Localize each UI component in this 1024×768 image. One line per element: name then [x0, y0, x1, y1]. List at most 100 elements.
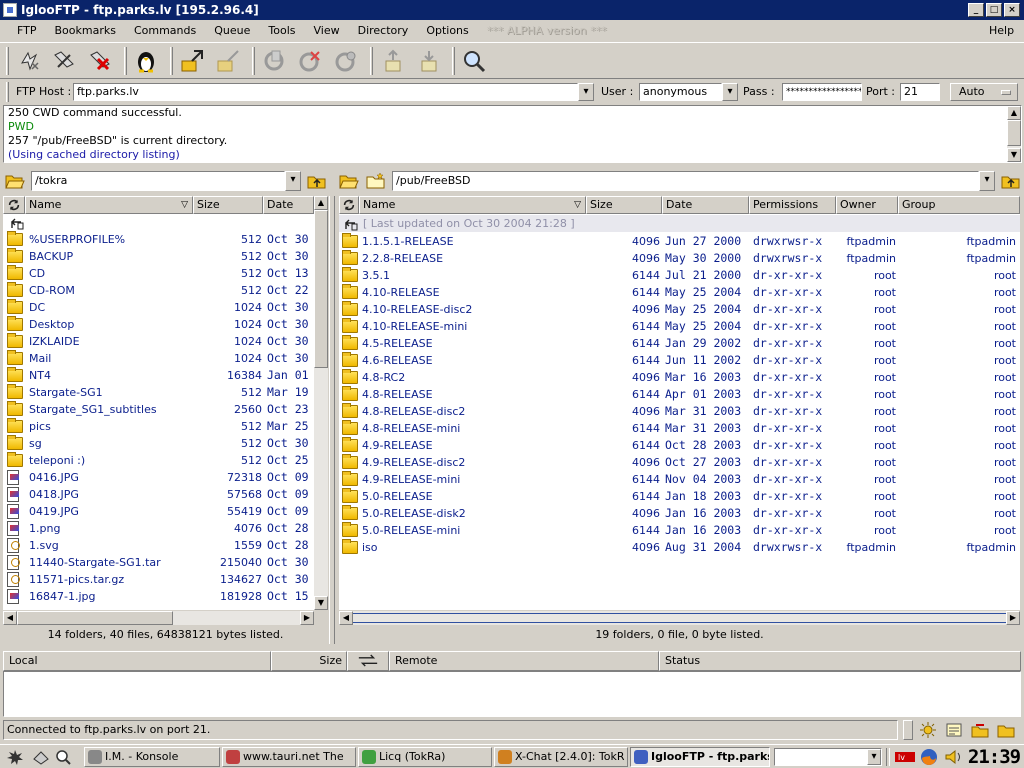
remote-scroll-left[interactable]: ◀ — [339, 611, 353, 625]
menu-bookmarks[interactable]: Bookmarks — [46, 20, 125, 42]
local-scroll-down[interactable]: ▼ — [314, 596, 328, 610]
transfer-mode-select[interactable]: Auto — [950, 83, 1018, 101]
host-input[interactable]: ftp.parks.lv — [73, 83, 578, 101]
host-dropdown-button[interactable]: ▾ — [578, 83, 594, 101]
download-button[interactable] — [178, 48, 206, 74]
remote-folder-row[interactable]: 4.5-RELEASE 6144 Jan 29 2002 dr-xr-xr-x root… — [339, 335, 1020, 352]
local-file-row[interactable]: IZKLAIDE 1024 Oct 30 — [3, 333, 314, 350]
remote-header-size[interactable]: Size — [586, 196, 662, 214]
local-file-row[interactable]: %USERPROFILE% 512 Oct 30 — [3, 231, 314, 248]
queue-remove-button[interactable] — [416, 48, 444, 74]
firefox-icon[interactable] — [920, 748, 938, 766]
local-file-row[interactable]: 16847-1.jpg 181928 Oct 15 — [3, 588, 314, 605]
upload-button[interactable] — [214, 48, 242, 74]
open-folder-icon[interactable] — [5, 173, 25, 189]
queue-header-remote[interactable]: Remote — [389, 651, 659, 671]
remote-folder-row[interactable]: 5.0-RELEASE-mini 6144 Jan 16 2003 dr-xr-xr-… — [339, 522, 1020, 539]
remote-folder-row[interactable]: 3.5.1 6144 Jul 21 2000 dr-xr-xr-x root root — [339, 267, 1020, 284]
close-button[interactable]: × — [1004, 3, 1020, 17]
remote-folder-row[interactable]: 4.8-RELEASE 6144 Apr 01 2003 dr-xr-xr-x root… — [339, 386, 1020, 403]
panel-splitter[interactable] — [329, 196, 335, 644]
menu-commands[interactable]: Commands — [125, 20, 205, 42]
remote-horizontal-scrollbar[interactable]: ◀ ▶ — [339, 611, 1020, 625]
folder-icon[interactable] — [997, 722, 1015, 738]
local-file-row[interactable]: DC 1024 Oct 30 — [3, 299, 314, 316]
menu-tools[interactable]: Tools — [259, 20, 304, 42]
reconnect-button[interactable] — [50, 48, 78, 74]
parent-folder-icon[interactable] — [1001, 173, 1021, 189]
remote-folder-row[interactable]: 4.10-RELEASE 6144 May 25 2004 dr-xr-xr-x roo… — [339, 284, 1020, 301]
local-path-dropdown[interactable]: ▾ — [285, 171, 301, 191]
remote-header-owner[interactable]: Owner — [836, 196, 898, 214]
local-file-row[interactable]: 1.png 4076 Oct 28 — [3, 520, 314, 537]
remote-hscroll-track[interactable] — [353, 613, 1006, 623]
remote-file-list[interactable]: [ Last updated on Oct 30 2004 21:28 ] 1.… — [339, 214, 1020, 610]
local-horizontal-scrollbar[interactable]: ◀ ▶ — [3, 611, 314, 625]
local-refresh-header[interactable] — [3, 196, 25, 214]
local-file-row[interactable]: 0416.JPG 72318 Oct 09 — [3, 469, 314, 486]
volume-icon[interactable] — [944, 748, 964, 766]
queue-add-button[interactable] — [380, 48, 408, 74]
refresh-button[interactable] — [260, 48, 288, 74]
remote-parent-row[interactable]: [ Last updated on Oct 30 2004 21:28 ] — [339, 215, 1020, 232]
penguin-button[interactable] — [132, 48, 160, 74]
local-header-name[interactable]: Name ▽ — [25, 196, 193, 214]
log-scroll-thumb[interactable] — [1007, 120, 1021, 146]
local-file-list[interactable]: %USERPROFILE% 512 Oct 30 BACKUP 512 Oct 30 CD 5… — [3, 214, 314, 610]
local-scroll-up[interactable]: ▲ — [314, 196, 328, 210]
queue-direction-header[interactable] — [347, 651, 389, 671]
stop-button[interactable] — [296, 48, 324, 74]
remote-scroll-right[interactable]: ▶ — [1006, 611, 1020, 625]
local-file-row[interactable]: Stargate-SG1 512 Mar 19 — [3, 384, 314, 401]
local-file-row[interactable]: 0418.JPG 57568 Oct 09 — [3, 486, 314, 503]
taskbar-task[interactable]: X-Chat [2.4.0]: TokR — [494, 747, 628, 767]
menu-directory[interactable]: Directory — [349, 20, 418, 42]
local-hscroll-thumb[interactable] — [17, 611, 173, 625]
remote-folder-row[interactable]: 4.9-RELEASE 6144 Oct 28 2003 dr-xr-xr-x root… — [339, 437, 1020, 454]
remote-folder-row[interactable]: 4.10-RELEASE-mini 6144 May 25 2004 dr-xr-xr… — [339, 318, 1020, 335]
remote-header-permissions[interactable]: Permissions — [749, 196, 836, 214]
queue-folder-icon[interactable] — [971, 722, 989, 738]
local-file-row[interactable]: CD 512 Oct 13 — [3, 265, 314, 282]
remote-folder-row[interactable]: 1.1.5.1-RELEASE 4096 Jun 27 2000 drwxrwsr-x… — [339, 233, 1020, 250]
local-file-row[interactable]: Desktop 1024 Oct 30 — [3, 316, 314, 333]
local-file-row[interactable]: NT4 16384 Jan 01 — [3, 367, 314, 384]
local-file-row[interactable]: teleponi :) 512 Oct 25 — [3, 452, 314, 469]
remote-folder-row[interactable]: 4.8-RELEASE-disc2 4096 Mar 31 2003 dr-xr-xr… — [339, 403, 1020, 420]
menu-queue[interactable]: Queue — [205, 20, 259, 42]
remote-header-group[interactable]: Group — [898, 196, 1020, 214]
taskbar-input-dropdown[interactable]: ▾ — [867, 749, 881, 765]
remote-folder-row[interactable]: 4.8-RC2 4096 Mar 16 2003 dr-xr-xr-x root root — [339, 369, 1020, 386]
remote-folder-row[interactable]: 2.2.8-RELEASE 4096 May 30 2000 drwxrwsr-x ft… — [339, 250, 1020, 267]
local-scroll-right[interactable]: ▶ — [300, 611, 314, 625]
remote-folder-row[interactable]: iso 4096 Aug 31 2004 drwxrwsr-x ftpadmin ftpa… — [339, 539, 1020, 556]
local-file-row[interactable]: 1.svg 1559 Oct 28 — [3, 537, 314, 554]
log-scrollbar[interactable]: ▲ ▼ — [1007, 106, 1021, 162]
menu-help[interactable]: Help — [980, 20, 1023, 42]
password-input[interactable]: ****************** — [782, 83, 862, 101]
desktop-icon[interactable] — [32, 749, 50, 765]
local-file-row[interactable]: 0419.JPG 55419 Oct 09 — [3, 503, 314, 520]
search-button[interactable] — [460, 48, 488, 74]
local-file-row[interactable]: sg 512 Oct 30 — [3, 435, 314, 452]
new-folder-icon[interactable] — [366, 172, 386, 189]
remote-header-date[interactable]: Date — [662, 196, 749, 214]
clock[interactable]: 21:39 — [966, 746, 1022, 768]
sun-icon[interactable] — [919, 722, 937, 738]
remote-refresh-header[interactable] — [339, 196, 359, 214]
search-launcher-icon[interactable] — [54, 749, 72, 765]
keyboard-layout-icon[interactable]: lv — [894, 749, 916, 765]
taskbar-task[interactable]: Licq (TokRa) — [358, 747, 492, 767]
local-file-row[interactable]: CD-ROM 512 Oct 22 — [3, 282, 314, 299]
local-parent-row[interactable] — [3, 214, 314, 231]
disconnect-button[interactable] — [86, 48, 114, 74]
log-scroll-up[interactable]: ▲ — [1007, 106, 1021, 120]
taskbar-input[interactable]: ▾ — [774, 748, 882, 766]
queue-header-size[interactable]: Size — [271, 651, 347, 671]
remote-folder-row[interactable]: 5.0-RELEASE 6144 Jan 18 2003 dr-xr-xr-x root… — [339, 488, 1020, 505]
menu-view[interactable]: View — [305, 20, 349, 42]
local-file-row[interactable]: BACKUP 512 Oct 30 — [3, 248, 314, 265]
taskbar-task[interactable]: I.M. - Konsole — [84, 747, 220, 767]
queue-list[interactable] — [3, 671, 1021, 717]
open-folder-icon[interactable] — [339, 173, 359, 189]
